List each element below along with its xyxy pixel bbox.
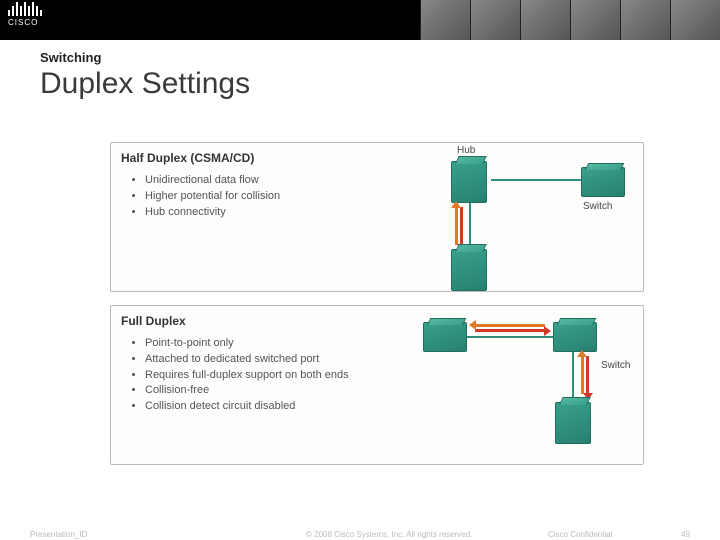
title-block: Switching Duplex Settings bbox=[40, 50, 250, 101]
panel-full-duplex: Full Duplex Point-to-point only Attached… bbox=[110, 305, 644, 465]
header-photo-strip bbox=[420, 0, 720, 40]
device-switch bbox=[423, 322, 467, 352]
device-switch bbox=[553, 322, 597, 352]
label-switch: Switch bbox=[601, 360, 630, 371]
list-item: Unidirectional data flow bbox=[145, 173, 375, 189]
connector-line bbox=[469, 203, 471, 249]
bidirectional-arrow-icon bbox=[455, 207, 463, 245]
panel-half-duplex: Half Duplex (CSMA/CD) Unidirectional dat… bbox=[110, 142, 644, 292]
device-pc bbox=[451, 249, 487, 291]
title-kicker: Switching bbox=[40, 50, 250, 65]
device-pc bbox=[555, 402, 591, 444]
list-item: Point-to-point only bbox=[145, 336, 375, 352]
connector-line bbox=[467, 336, 553, 338]
label-switch: Switch bbox=[583, 201, 612, 212]
list-item: Collision-free bbox=[145, 383, 375, 399]
list-item: Higher potential for collision bbox=[145, 189, 375, 205]
bidirectional-arrow-icon bbox=[581, 356, 589, 394]
device-hub bbox=[451, 161, 487, 203]
slide: CISCO Switching Duplex Settings Half Dup… bbox=[0, 0, 720, 540]
list-item: Requires full-duplex support on both end… bbox=[145, 368, 375, 384]
top-bar: CISCO bbox=[0, 0, 720, 40]
half-duplex-diagram: Hub Switch bbox=[383, 143, 643, 291]
list-item: Attached to dedicated switched port bbox=[145, 352, 375, 368]
cisco-logo: CISCO bbox=[8, 2, 42, 27]
page-number: 49 bbox=[681, 530, 690, 539]
label-hub: Hub bbox=[457, 145, 475, 156]
footer-right: Cisco Confidential bbox=[548, 530, 612, 539]
cisco-logo-icon bbox=[8, 2, 42, 16]
connector-line bbox=[491, 179, 581, 181]
bidirectional-arrow-icon bbox=[475, 324, 545, 332]
footer-left: Presentation_ID bbox=[30, 530, 87, 539]
full-duplex-diagram: Switch bbox=[383, 306, 643, 464]
page-title: Duplex Settings bbox=[40, 67, 250, 101]
device-switch bbox=[581, 167, 625, 197]
footer-center: © 2008 Cisco Systems, Inc. All rights re… bbox=[306, 530, 472, 539]
list-item: Hub connectivity bbox=[145, 205, 375, 221]
list-item: Collision detect circuit disabled bbox=[145, 399, 375, 415]
connector-line bbox=[572, 352, 574, 400]
cisco-logo-text: CISCO bbox=[8, 18, 42, 27]
